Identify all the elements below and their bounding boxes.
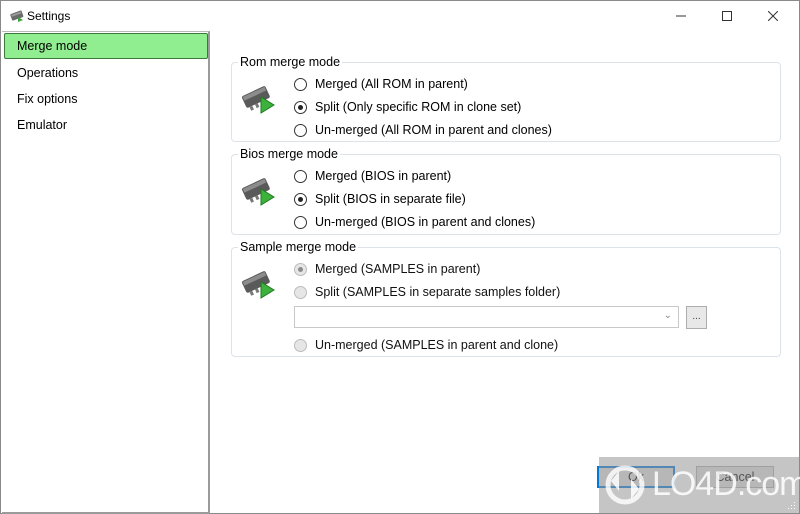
window-title: Settings bbox=[27, 9, 71, 23]
sidebar-item-emulator[interactable]: Emulator bbox=[4, 112, 208, 138]
settings-window: Settings Merge mode Operations Fix optio… bbox=[0, 0, 800, 514]
radio-sample-split[interactable]: Split (SAMPLES in separate samples folde… bbox=[294, 282, 560, 302]
chevron-down-icon[interactable]: ⌄ bbox=[664, 310, 672, 321]
radio-label: Split (BIOS in separate file) bbox=[315, 192, 466, 206]
sidebar-item-operations[interactable]: Operations bbox=[4, 60, 208, 86]
radio-button[interactable] bbox=[294, 262, 307, 276]
minimize-icon bbox=[676, 15, 686, 17]
cancel-button[interactable]: Cancel bbox=[696, 466, 774, 488]
radio-rom-split[interactable]: Split (Only specific ROM in clone set) bbox=[294, 97, 521, 117]
sidebar-item-label: Emulator bbox=[17, 118, 68, 132]
radio-label: Merged (All ROM in parent) bbox=[315, 77, 468, 91]
radio-rom-merged[interactable]: Merged (All ROM in parent) bbox=[294, 74, 468, 94]
samples-folder-combo[interactable]: ⌄ bbox=[294, 306, 679, 328]
sidebar-item-label: Merge mode bbox=[17, 39, 88, 53]
radio-bios-unmerged[interactable]: Un-merged (BIOS in parent and clones) bbox=[294, 212, 535, 232]
radio-button[interactable] bbox=[294, 215, 307, 229]
radio-button[interactable] bbox=[294, 123, 307, 137]
radio-bios-split[interactable]: Split (BIOS in separate file) bbox=[294, 189, 466, 209]
group-title: Rom merge mode bbox=[238, 54, 343, 70]
group-title: Bios merge mode bbox=[238, 146, 340, 162]
radio-button[interactable] bbox=[294, 192, 307, 206]
radio-button[interactable] bbox=[294, 285, 307, 299]
chip-settings-icon bbox=[10, 10, 24, 22]
radio-label: Un-merged (BIOS in parent and clones) bbox=[315, 215, 536, 229]
rom-merge-mode-group: Rom merge mode Merged (All ROM in parent… bbox=[231, 54, 781, 142]
chip-play-icon bbox=[242, 86, 275, 114]
chip-play-icon bbox=[242, 178, 275, 206]
radio-button[interactable] bbox=[294, 77, 307, 91]
group-title: Sample merge mode bbox=[238, 239, 359, 255]
radio-sample-merged[interactable]: Merged (SAMPLES in parent) bbox=[294, 259, 480, 279]
radio-button[interactable] bbox=[294, 169, 307, 183]
sidebar-item-label: Operations bbox=[17, 66, 79, 80]
title-bar: Settings bbox=[1, 1, 799, 31]
minimize-button[interactable] bbox=[658, 1, 704, 31]
sidebar-item-merge-mode[interactable]: Merge mode bbox=[4, 33, 208, 59]
sidebar-item-fix-options[interactable]: Fix options bbox=[4, 86, 208, 112]
radio-label: Split (SAMPLES in separate samples folde… bbox=[315, 285, 561, 299]
sample-merge-mode-group: Sample merge mode Merged (SAMPLES in par… bbox=[231, 239, 781, 357]
radio-button[interactable] bbox=[294, 338, 307, 352]
radio-label: Merged (SAMPLES in parent) bbox=[315, 262, 481, 276]
chip-play-icon bbox=[242, 271, 275, 299]
resize-grip-icon[interactable] bbox=[786, 500, 796, 510]
radio-button[interactable] bbox=[294, 100, 307, 114]
radio-label: Un-merged (SAMPLES in parent and clone) bbox=[315, 338, 559, 352]
radio-rom-unmerged[interactable]: Un-merged (All ROM in parent and clones) bbox=[294, 120, 552, 140]
maximize-button[interactable] bbox=[704, 1, 750, 31]
ok-button[interactable]: Ok bbox=[597, 466, 675, 488]
settings-nav: Merge mode Operations Fix options Emulat… bbox=[2, 31, 210, 514]
close-icon bbox=[768, 11, 778, 21]
radio-label: Un-merged (All ROM in parent and clones) bbox=[315, 123, 552, 137]
radio-bios-merged[interactable]: Merged (BIOS in parent) bbox=[294, 166, 451, 186]
maximize-icon bbox=[722, 11, 732, 21]
close-button[interactable] bbox=[750, 1, 796, 31]
bios-merge-mode-group: Bios merge mode Merged (BIOS in parent) … bbox=[231, 146, 781, 235]
browse-folder-button[interactable]: ... bbox=[686, 306, 707, 329]
radio-label: Split (Only specific ROM in clone set) bbox=[315, 100, 522, 114]
sidebar-item-label: Fix options bbox=[17, 92, 78, 106]
radio-sample-unmerged[interactable]: Un-merged (SAMPLES in parent and clone) bbox=[294, 335, 558, 355]
radio-label: Merged (BIOS in parent) bbox=[315, 169, 452, 183]
